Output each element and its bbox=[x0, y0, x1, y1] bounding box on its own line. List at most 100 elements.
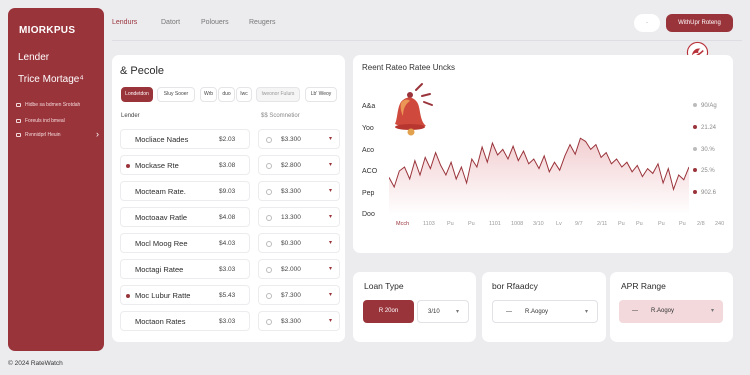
amount-cell[interactable]: $3.300 ▾ bbox=[258, 311, 340, 331]
apr-range-value: R.Aogoy bbox=[651, 308, 675, 314]
lender-amount: 13.300 bbox=[281, 214, 301, 221]
amount-cell[interactable]: $2.800 ▾ bbox=[258, 155, 340, 175]
readiness-select[interactable]: — R.Aogoy ▾ bbox=[492, 300, 598, 323]
footer-copyright: © 2024 RateWatch bbox=[8, 360, 63, 367]
x-tick-label: 240 bbox=[715, 221, 725, 227]
lender-amount: $3.300 bbox=[281, 188, 301, 195]
chevron-down-icon[interactable]: ▾ bbox=[329, 291, 332, 298]
legend-item: 902.6 bbox=[693, 190, 716, 196]
sidebar-item-1[interactable]: Hidbe sa bdmen Srotdah bbox=[16, 102, 80, 108]
apr-range-card: APR Range — R.Aogoy ▾ bbox=[610, 272, 733, 342]
lender-name: Mockase Rte bbox=[135, 161, 179, 170]
apr-range-title: APR Range bbox=[621, 281, 666, 291]
amount-cell[interactable]: $3.300 ▾ bbox=[258, 181, 340, 201]
loan-type-title: Loan Type bbox=[364, 281, 404, 291]
y-tick-label: Aco bbox=[362, 147, 375, 154]
legend-label: 902.6 bbox=[701, 190, 717, 196]
lender-cell: Mockase Rte $3.08 bbox=[120, 155, 250, 175]
table-row[interactable]: Mocteam Rate. $9.03 $3.300 ▾ bbox=[120, 181, 340, 201]
legend-label: 21.24 bbox=[701, 125, 717, 131]
chevron-down-icon[interactable]: ▾ bbox=[329, 317, 332, 324]
chevron-down-icon[interactable]: ▾ bbox=[329, 161, 332, 168]
sidebar-item-2[interactable]: Foreuls ind bmeal bbox=[16, 118, 65, 124]
legend-label: 90/Ag bbox=[701, 103, 717, 109]
x-tick-label: 1101 bbox=[489, 221, 501, 227]
wifi-icon bbox=[16, 119, 21, 123]
radio-icon[interactable] bbox=[266, 137, 272, 143]
lender-cell: Mocteam Rate. $9.03 bbox=[120, 181, 250, 201]
lender-name: Moctaon Rates bbox=[135, 317, 186, 326]
filter-chip[interactable]: lweonor Fulurs bbox=[256, 87, 300, 102]
table-row[interactable]: Mocliace Nades $2.03 $3.300 ▾ bbox=[120, 129, 340, 149]
lender-rate: $2.03 bbox=[219, 136, 236, 143]
chart-title: Reent Rateo Ratee Uncks bbox=[362, 63, 455, 72]
tab-lenders[interactable]: Lendurs bbox=[112, 19, 137, 26]
tab-reugers[interactable]: Reugers bbox=[249, 19, 275, 26]
x-tick-label: Pu bbox=[618, 221, 625, 227]
sidebar-item-3[interactable]: Rvnnidprl Heuin bbox=[16, 132, 61, 138]
radio-icon[interactable] bbox=[266, 319, 272, 325]
lender-cell: Moctagi Ratee $3.03 bbox=[120, 259, 250, 279]
filter-chip[interactable]: Iwc bbox=[236, 87, 252, 102]
lender-name: Moc Lubur Ratte bbox=[135, 291, 191, 300]
x-tick-label: Mcch bbox=[396, 221, 410, 227]
radio-icon[interactable] bbox=[266, 163, 272, 169]
radio-icon[interactable] bbox=[266, 293, 272, 299]
loan-type-value: 3/10 bbox=[428, 309, 440, 315]
y-tick-label: Yoo bbox=[362, 125, 374, 132]
filter-chip[interactable]: duo bbox=[218, 87, 235, 102]
chevron-down-icon: ▾ bbox=[584, 309, 588, 315]
tab-datort[interactable]: Datort bbox=[161, 19, 180, 26]
x-tick-label: 9/7 bbox=[575, 221, 583, 227]
amount-cell[interactable]: 13.300 ▾ bbox=[258, 207, 340, 227]
legend-item: 21.24 bbox=[693, 125, 716, 131]
lender-rate: $9.03 bbox=[219, 188, 236, 195]
legend-dot bbox=[693, 147, 697, 152]
chart-area bbox=[389, 138, 689, 215]
x-tick-label: 1008 bbox=[511, 221, 524, 227]
apr-range-select[interactable]: — R.Aogoy ▾ bbox=[619, 300, 723, 323]
radio-icon[interactable] bbox=[266, 189, 272, 195]
toggle-button[interactable]: · bbox=[634, 14, 660, 32]
legend-label: 30.% bbox=[701, 147, 715, 153]
table-row[interactable]: Mocl Moog Ree $4.03 $0.300 ▾ bbox=[120, 233, 340, 253]
cta-button[interactable]: WithUpr Roteng bbox=[666, 14, 733, 32]
filter-chip[interactable]: Lb' Weoy bbox=[305, 87, 337, 102]
y-tick-label: Doo bbox=[362, 211, 375, 218]
bell-icon bbox=[395, 83, 433, 136]
table-row[interactable]: Moctoaav Ratle $4.08 13.300 ▾ bbox=[120, 207, 340, 227]
table-row[interactable]: Moc Lubur Ratte $5.43 $7.300 ▾ bbox=[120, 285, 340, 305]
legend-dot bbox=[693, 103, 697, 108]
chevron-right-icon[interactable]: › bbox=[96, 129, 99, 139]
amount-cell[interactable]: $0.300 ▾ bbox=[258, 233, 340, 253]
chevron-down-icon[interactable]: ▾ bbox=[329, 213, 332, 220]
table-row[interactable]: Mockase Rte $3.08 $2.800 ▾ bbox=[120, 155, 340, 175]
y-tick-label: A&a bbox=[362, 103, 376, 110]
table-row[interactable]: Moctaon Rates $3.03 $3.300 ▾ bbox=[120, 311, 340, 331]
loan-type-option-primary[interactable]: R 20on bbox=[363, 300, 414, 323]
radio-icon[interactable] bbox=[266, 215, 272, 221]
tab-polouers[interactable]: Polouers bbox=[201, 19, 229, 26]
table-row[interactable]: Moctagi Ratee $3.03 $2.000 ▾ bbox=[120, 259, 340, 279]
lender-rate: $4.03 bbox=[219, 240, 236, 247]
radio-icon[interactable] bbox=[266, 267, 272, 273]
chevron-down-icon[interactable]: ▾ bbox=[329, 135, 332, 142]
y-tick-label: ACO bbox=[362, 168, 378, 175]
sidebar: MIORKPUS Lender Trice Mortage⁴ Hidbe sa … bbox=[8, 8, 104, 351]
radio-icon[interactable] bbox=[266, 241, 272, 247]
amount-cell[interactable]: $3.300 ▾ bbox=[258, 129, 340, 149]
status-dot bbox=[126, 164, 130, 168]
chevron-down-icon[interactable]: ▾ bbox=[329, 187, 332, 194]
lender-amount: $2.000 bbox=[281, 266, 301, 273]
amount-cell[interactable]: $7.300 ▾ bbox=[258, 285, 340, 305]
chevron-down-icon[interactable]: ▾ bbox=[329, 265, 332, 272]
chevron-down-icon: ▾ bbox=[455, 309, 459, 315]
filter-chip[interactable]: Sluy Sooer bbox=[157, 87, 195, 102]
chevron-down-icon[interactable]: ▾ bbox=[329, 239, 332, 246]
filter-chip[interactable]: Londetdon bbox=[121, 87, 153, 102]
legend-dot bbox=[693, 168, 697, 173]
filter-chip[interactable]: Wrb bbox=[200, 87, 217, 102]
lender-name: Mocteam Rate. bbox=[135, 187, 186, 196]
amount-cell[interactable]: $2.000 ▾ bbox=[258, 259, 340, 279]
loan-type-select[interactable]: 3/10 ▾ bbox=[417, 300, 469, 323]
